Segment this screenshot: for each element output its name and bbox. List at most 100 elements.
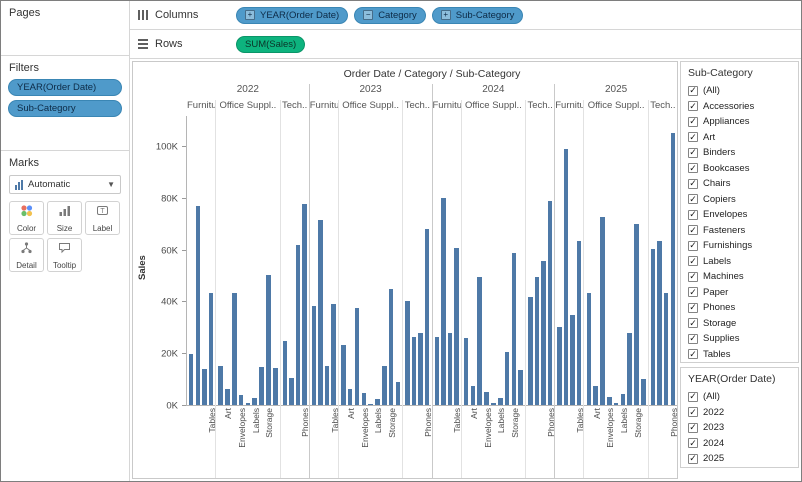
x-axis-label[interactable]: Phones (300, 408, 310, 437)
x-axis-label[interactable]: Envelopes (237, 408, 247, 448)
label-button[interactable]: T Label (85, 201, 120, 235)
category-header[interactable]: Furnitur.. (555, 100, 583, 116)
filter-item-art[interactable]: ✓Art (681, 130, 798, 146)
bar-2023-furnishings[interactable] (325, 366, 329, 405)
bar-2022-binders[interactable] (232, 293, 237, 405)
filter-item-phones[interactable]: ✓Phones (681, 300, 798, 316)
bar-2022-storage[interactable] (266, 275, 271, 405)
year-header[interactable]: 2025 (555, 84, 677, 100)
checkbox-checked-icon[interactable]: ✓ (688, 225, 698, 235)
checkbox-checked-icon[interactable]: ✓ (688, 132, 698, 142)
color-button[interactable]: Color (9, 201, 44, 235)
bar-2023-binders[interactable] (355, 308, 360, 405)
x-axis-label[interactable]: Storage (387, 408, 397, 438)
bar-2024-binders[interactable] (477, 277, 482, 405)
expand-plus-icon[interactable]: + (441, 10, 451, 20)
filter-item-all[interactable]: ✓(All) (681, 83, 798, 99)
bar-2025-tables[interactable] (577, 241, 581, 405)
checkbox-checked-icon[interactable]: ✓ (688, 256, 698, 266)
checkbox-checked-icon[interactable]: ✓ (688, 287, 698, 297)
x-axis-label[interactable]: Tables (575, 408, 585, 433)
category-header[interactable]: Furnitur.. (187, 100, 215, 116)
bar-2023-supplies[interactable] (396, 382, 401, 405)
category-header[interactable]: Tech.. (281, 100, 309, 116)
filter-item-2022[interactable]: ✓2022 (681, 405, 798, 421)
bar-2023-envelopes[interactable] (362, 393, 367, 405)
filter-pill-year-order-date[interactable]: YEAR(Order Date) (8, 79, 122, 96)
bar-2023-paper[interactable] (382, 366, 387, 405)
row-pill-sum-sales[interactable]: SUM(Sales) (236, 36, 305, 53)
checkbox-checked-icon[interactable]: ✓ (688, 438, 698, 448)
bar-2024-storage[interactable] (512, 253, 517, 405)
bar-2025-envelopes[interactable] (607, 397, 612, 405)
checkbox-checked-icon[interactable]: ✓ (688, 303, 698, 313)
bar-2025-binders[interactable] (600, 217, 605, 405)
bar-2022-furnishings[interactable] (202, 369, 206, 405)
bar-2025-labels[interactable] (621, 394, 626, 405)
tooltip-button[interactable]: Tooltip (47, 238, 82, 272)
bar-2022-machines[interactable] (296, 245, 300, 405)
checkbox-checked-icon[interactable]: ✓ (688, 210, 698, 220)
bar-2024-machines[interactable] (541, 261, 545, 405)
bar-2025-phones[interactable] (671, 133, 675, 405)
bar-2022-bookcases[interactable] (189, 354, 193, 405)
checkbox-checked-icon[interactable]: ✓ (688, 318, 698, 328)
bar-2024-art[interactable] (471, 386, 476, 405)
checkbox-checked-icon[interactable]: ✓ (688, 148, 698, 158)
x-axis-label[interactable]: Envelopes (605, 408, 615, 448)
filter-item-2025[interactable]: ✓2025 (681, 451, 798, 467)
x-axis-label[interactable]: Labels (619, 408, 629, 433)
bar-2022-tables[interactable] (209, 293, 213, 405)
rows-shelf[interactable]: Rows SUM(Sales) (130, 30, 801, 59)
category-header[interactable]: Furnitur.. (310, 100, 338, 116)
category-header[interactable]: Tech.. (403, 100, 431, 116)
filter-item-binders[interactable]: ✓Binders (681, 145, 798, 161)
checkbox-checked-icon[interactable]: ✓ (688, 349, 698, 359)
bar-2025-fasteners[interactable] (614, 403, 619, 405)
filter-item-copiers[interactable]: ✓Copiers (681, 192, 798, 208)
bar-2022-phones[interactable] (302, 204, 306, 405)
bar-2025-accessories[interactable] (651, 249, 655, 405)
column-pill-sub-category[interactable]: +Sub-Category (432, 7, 524, 24)
x-axis-label[interactable]: Phones (546, 408, 556, 437)
column-pill-category[interactable]: −Category (354, 7, 426, 24)
filter-item-supplies[interactable]: ✓Supplies (681, 331, 798, 347)
checkbox-checked-icon[interactable]: ✓ (688, 194, 698, 204)
bar-2023-fasteners[interactable] (368, 404, 373, 405)
checkbox-checked-icon[interactable]: ✓ (688, 163, 698, 173)
x-axis-label[interactable]: Labels (251, 408, 261, 433)
checkbox-checked-icon[interactable]: ✓ (688, 423, 698, 433)
bar-2022-fasteners[interactable] (246, 403, 251, 405)
bar-2022-paper[interactable] (259, 367, 264, 405)
filter-item-envelopes[interactable]: ✓Envelopes (681, 207, 798, 223)
x-axis-label[interactable]: Phones (423, 408, 433, 437)
category-header[interactable]: Furnitur.. (433, 100, 461, 116)
checkbox-checked-icon[interactable]: ✓ (688, 117, 698, 127)
filter-item-labels[interactable]: ✓Labels (681, 254, 798, 270)
bar-2022-labels[interactable] (252, 398, 257, 405)
x-axis-label[interactable]: Storage (264, 408, 274, 438)
category-header[interactable]: Tech.. (526, 100, 554, 116)
checkbox-checked-icon[interactable]: ✓ (688, 407, 698, 417)
filter-pill-sub-category[interactable]: Sub-Category (8, 100, 122, 117)
bar-2025-art[interactable] (593, 386, 598, 405)
year-header[interactable]: 2024 (433, 84, 555, 100)
category-header[interactable]: Office Suppl.. (462, 100, 525, 116)
x-axis-label[interactable]: Labels (496, 408, 506, 433)
bar-2023-copiers[interactable] (412, 337, 416, 405)
pages-shelf[interactable]: Pages (1, 1, 129, 56)
bar-2025-copiers[interactable] (657, 241, 661, 405)
bar-2023-storage[interactable] (389, 289, 394, 405)
expand-plus-icon[interactable]: + (245, 10, 255, 20)
bar-2022-accessories[interactable] (283, 341, 287, 406)
bar-2024-tables[interactable] (454, 248, 458, 405)
bar-2022-copiers[interactable] (289, 378, 293, 405)
column-pill-year-order-date[interactable]: +YEAR(Order Date) (236, 7, 348, 24)
year-header[interactable]: 2023 (310, 84, 432, 100)
bar-2025-bookcases[interactable] (557, 327, 561, 405)
detail-button[interactable]: Detail (9, 238, 44, 272)
category-header[interactable]: Tech.. (649, 100, 677, 116)
checkbox-checked-icon[interactable]: ✓ (688, 241, 698, 251)
bar-2023-bookcases[interactable] (312, 306, 316, 405)
filter-item-machines[interactable]: ✓Machines (681, 269, 798, 285)
